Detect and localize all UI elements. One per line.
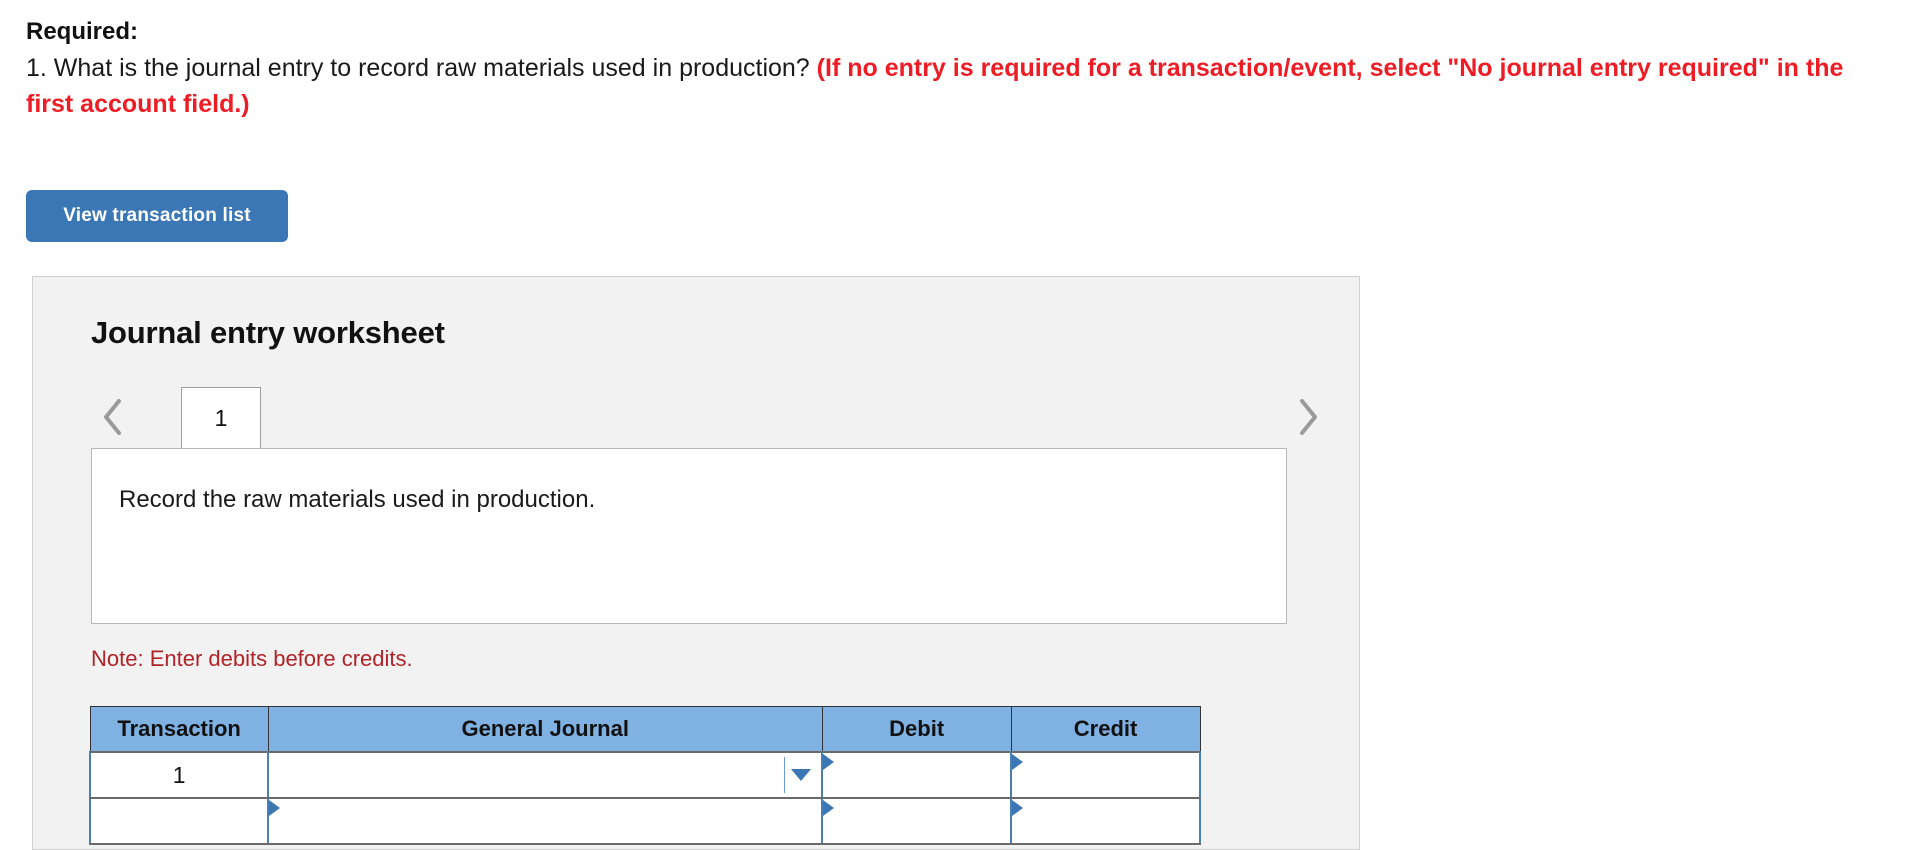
worksheet-title: Journal entry worksheet: [91, 315, 445, 350]
entry-description-text: Record the raw materials used in product…: [119, 486, 596, 513]
dropdown-caret-icon[interactable]: [791, 769, 812, 781]
debit-input-row-2[interactable]: [821, 797, 1013, 845]
worksheet-tab-1-label: 1: [214, 405, 228, 431]
transaction-number-cell: 1: [88, 751, 270, 799]
table-row: [88, 797, 1201, 845]
dropdown-divider: [784, 757, 786, 793]
column-header-debit: Debit: [821, 706, 1012, 753]
journal-entry-table: Transaction General Journal Debit Credit…: [88, 706, 1201, 845]
worksheet-tab-1[interactable]: 1: [181, 387, 261, 449]
table-row: 1: [88, 751, 1201, 799]
debit-credit-note: Note: Enter debits before credits.: [91, 646, 413, 671]
entry-description-box: Record the raw materials used in product…: [91, 448, 1287, 624]
cell-corner-marker-icon: [269, 800, 281, 816]
general-journal-account-select-row-1[interactable]: [267, 751, 824, 799]
question-text-plain: 1. What is the journal entry to record r…: [26, 54, 817, 82]
cell-corner-marker-icon: [823, 754, 835, 770]
general-journal-account-select-row-2[interactable]: [267, 797, 824, 845]
column-header-credit: Credit: [1010, 706, 1201, 753]
cell-corner-marker-icon: [1012, 800, 1024, 816]
credit-input-row-2[interactable]: [1010, 797, 1201, 845]
cell-corner-marker-icon: [1012, 754, 1024, 770]
journal-entry-worksheet-panel: Journal entry worksheet 1 Record the raw…: [32, 276, 1360, 850]
worksheet-tab-strip: 1: [91, 387, 1331, 449]
credit-input-row-1[interactable]: [1010, 751, 1201, 799]
transaction-number-cell: [88, 797, 270, 845]
table-header-row: Transaction General Journal Debit Credit: [89, 706, 1201, 753]
question-text: 1. What is the journal entry to record r…: [26, 50, 1886, 122]
view-transaction-list-button[interactable]: View transaction list: [26, 190, 288, 242]
chevron-right-icon[interactable]: [1285, 391, 1331, 443]
debit-input-row-1[interactable]: [821, 751, 1013, 799]
chevron-left-icon[interactable]: [91, 391, 137, 443]
column-header-transaction: Transaction: [89, 706, 269, 753]
question-block: Required: 1. What is the journal entry t…: [26, 14, 1896, 122]
cell-corner-marker-icon: [823, 800, 835, 816]
required-label: Required:: [26, 18, 139, 45]
column-header-general-journal: General Journal: [267, 706, 823, 753]
